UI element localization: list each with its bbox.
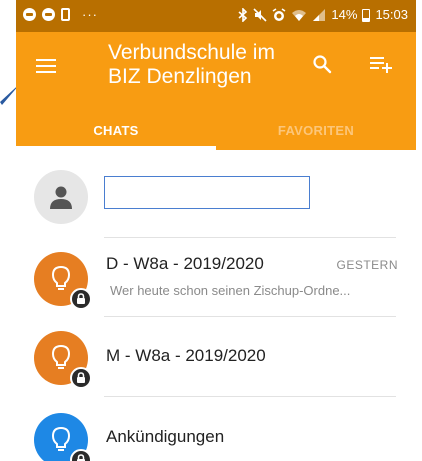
bluetooth-icon (238, 8, 248, 22)
avatar (34, 331, 92, 389)
signal-icon (313, 9, 326, 21)
avatar (34, 413, 92, 461)
lock-badge (70, 367, 92, 389)
list-item[interactable]: D - W8a - 2019/2020 GESTERN Wer heute sc… (16, 238, 416, 320)
chat-name: M - W8a - 2019/2020 (106, 346, 266, 365)
search-button[interactable] (304, 46, 340, 82)
lightbulb-icon (51, 344, 71, 369)
app-bar: Verbundschule im BIZ Denzlingen CHATS FA… (16, 32, 416, 150)
phone-screen: ··· 14% 15:03 Verbundschule im BIZ Denzl… (16, 0, 416, 461)
lightbulb-icon (51, 265, 71, 290)
battery-icon (362, 8, 371, 22)
playlist-add-icon (370, 57, 392, 73)
list-item[interactable]: Ankündigungen (16, 397, 416, 461)
battery-percent: 14% (331, 7, 358, 22)
mute-icon (253, 8, 267, 22)
new-chat-button[interactable] (364, 46, 400, 82)
avatar (34, 170, 88, 224)
lock-icon (77, 454, 85, 461)
person-icon (50, 186, 72, 209)
chat-name: D - W8a - 2019/2020 (106, 254, 264, 273)
device-icon (61, 8, 70, 21)
alarm-icon (272, 8, 286, 21)
status-right: 14% 15:03 (238, 7, 408, 23)
lock-badge (70, 449, 92, 461)
hamburger-icon (36, 59, 56, 73)
search-icon (313, 55, 332, 74)
status-bar: ··· 14% 15:03 (16, 0, 416, 32)
group-name-input[interactable] (104, 176, 310, 209)
chat-name: Ankündigungen (106, 427, 225, 446)
tab-bar: CHATS FAVORITEN (16, 110, 416, 150)
menu-button[interactable] (24, 44, 68, 88)
notification-icon (42, 8, 55, 21)
avatar (34, 252, 92, 310)
lightbulb-icon (51, 426, 71, 451)
notification-icon (23, 8, 36, 21)
tab-chats[interactable]: CHATS (16, 110, 216, 150)
chat-time: GESTERN (336, 258, 398, 272)
wifi-icon (292, 10, 307, 21)
lock-icon (77, 293, 85, 304)
status-left: ··· (23, 8, 98, 21)
more-notifications-icon: ··· (82, 7, 98, 22)
chat-preview: Wer heute schon seinen Zischup-Ordne... (110, 283, 351, 298)
clock: 15:03 (375, 7, 408, 22)
lock-badge (70, 288, 92, 310)
list-item[interactable]: M - W8a - 2019/2020 (16, 317, 416, 399)
new-group-row (16, 150, 416, 232)
page-title: Verbundschule im BIZ Denzlingen (108, 41, 275, 88)
tab-favoriten[interactable]: FAVORITEN (216, 110, 416, 150)
lock-icon (77, 372, 85, 383)
